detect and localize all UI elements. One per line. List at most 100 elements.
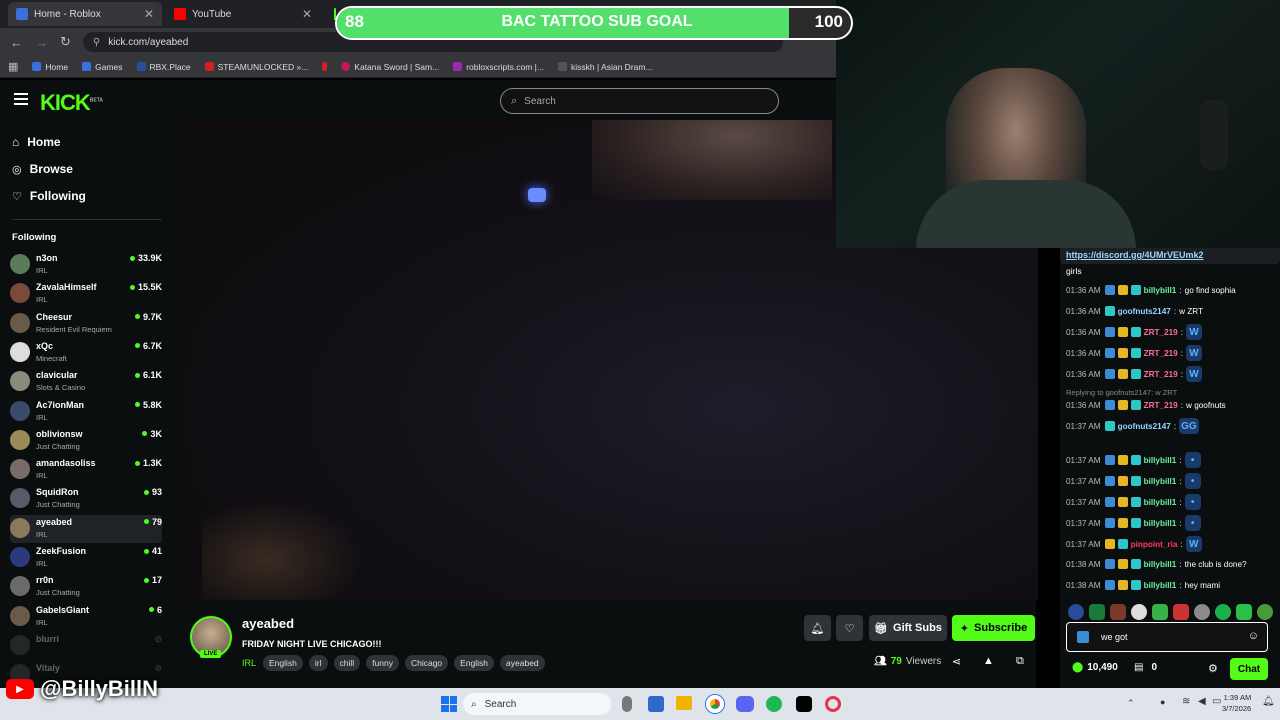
chat-message[interactable]: 01:37 AM billybill1: •: [1066, 472, 1278, 490]
bookmark-item[interactable]: STEAMUNLOCKED »...: [204, 62, 308, 72]
stream-category[interactable]: IRL: [242, 658, 256, 668]
opera-icon[interactable]: [825, 696, 841, 712]
chat-username[interactable]: ZRT_219: [1144, 401, 1178, 410]
following-item[interactable]: blurri ⊘: [10, 632, 162, 660]
tag-chip[interactable]: chill: [333, 655, 361, 671]
nav-following[interactable]: ♡ Following: [12, 189, 86, 203]
subscribe-button[interactable]: ✦ Subscribe: [952, 615, 1035, 641]
nav-browse[interactable]: ◎ Browse: [12, 162, 73, 176]
taskbar-app-icon[interactable]: [648, 696, 664, 712]
chat-message[interactable]: 01:37 AM billybill1: •: [1066, 514, 1278, 532]
chat-username[interactable]: billybill1: [1144, 456, 1177, 465]
chat-input[interactable]: we got ☺: [1066, 622, 1268, 652]
gift-subs-button[interactable]: 🎁︎ Gift Subs: [869, 615, 947, 641]
file-explorer-icon[interactable]: [676, 696, 692, 710]
chrome-icon[interactable]: [706, 695, 724, 713]
streamer-name[interactable]: ayeabed: [242, 616, 294, 631]
chat-username[interactable]: billybill1: [1144, 286, 1177, 295]
chat-message[interactable]: 01:38 AM billybill1: hey mami: [1066, 576, 1278, 594]
chat-username[interactable]: billybill1: [1144, 560, 1177, 569]
taskbar-app-icon[interactable]: [622, 696, 632, 712]
gift-counter[interactable]: ▤ 0: [1134, 662, 1157, 673]
following-item[interactable]: Cheesur Resident Evil Requiem 9.7K: [10, 310, 162, 338]
emote-icon[interactable]: [1152, 604, 1168, 620]
site-info-icon[interactable]: ⚲: [93, 37, 100, 48]
chevron-up-icon[interactable]: ⌃: [1127, 698, 1135, 709]
emote-icon[interactable]: [1236, 604, 1252, 620]
tab-roblox[interactable]: Home - Roblox ✕: [8, 2, 162, 26]
volume-icon[interactable]: ◀: [1198, 696, 1206, 707]
settings-gear-icon[interactable]: ⚙: [1208, 662, 1218, 675]
tag-chip[interactable]: funny: [366, 655, 399, 671]
taskbar-clock[interactable]: 1:39 AM 3/7/2026: [1222, 692, 1251, 714]
pinned-link[interactable]: https://discord.gg/4UMrVEUmk2: [1066, 250, 1204, 260]
chat-message[interactable]: 01:37 AM billybill1: •: [1066, 451, 1278, 469]
bookmark-item[interactable]: Games: [82, 62, 123, 72]
chat-username[interactable]: billybill1: [1144, 477, 1177, 486]
following-item[interactable]: ayeabed IRL 79: [10, 514, 162, 543]
chat-message[interactable]: 01:36 AM ZRT_219: W: [1066, 365, 1278, 383]
following-item[interactable]: ZeekFusion IRL 41: [10, 544, 162, 572]
chat-message[interactable]: 01:36 AM ZRT_219: W: [1066, 323, 1278, 341]
chat-username[interactable]: ZRT_219: [1144, 328, 1178, 337]
bookmark-item[interactable]: RBX.Place: [136, 62, 191, 72]
follow-heart-icon[interactable]: ♡: [836, 615, 863, 641]
tag-chip[interactable]: English: [454, 655, 495, 671]
following-item[interactable]: xQc Minecraft 6.7K: [10, 339, 162, 367]
emote-icon[interactable]: [1089, 604, 1105, 620]
kick-logo[interactable]: KICKBETA: [40, 90, 103, 116]
taskbar-search[interactable]: ⌕ Search: [463, 693, 611, 715]
chat-username[interactable]: billybill1: [1144, 498, 1177, 507]
spotify-icon[interactable]: [766, 696, 782, 712]
report-icon[interactable]: ▲: [983, 655, 994, 667]
clip-icon[interactable]: ⧉: [1016, 655, 1024, 668]
following-item[interactable]: Ac7ionMan IRL 5.8K: [10, 398, 162, 426]
taskbar-app-icon[interactable]: [796, 696, 812, 712]
pinned-message[interactable]: https://discord.gg/4UMrVEUmk2: [1060, 248, 1280, 264]
send-chat-button[interactable]: Chat: [1230, 658, 1268, 680]
close-tab-icon[interactable]: ✕: [302, 7, 312, 21]
emote-icon[interactable]: [1215, 604, 1231, 620]
notification-bell-icon[interactable]: 🔔︎: [1262, 696, 1275, 707]
chat-message[interactable]: 01:36 AM goofnuts2147: w ZRT: [1066, 302, 1278, 320]
battery-icon[interactable]: ▭: [1212, 696, 1221, 707]
chat-username[interactable]: pinpoint_ria: [1131, 540, 1178, 549]
bookmark-item[interactable]: Home: [32, 62, 68, 72]
windows-start-icon[interactable]: [441, 696, 457, 712]
emote-icon[interactable]: [1173, 604, 1189, 620]
chat-username[interactable]: ZRT_219: [1144, 349, 1178, 358]
chat-username[interactable]: goofnuts2147: [1118, 307, 1171, 316]
following-item[interactable]: amandasoliss IRL 1.3K: [10, 456, 162, 484]
bell-icon[interactable]: 🔔︎: [804, 615, 831, 641]
chat-username[interactable]: ZRT_219: [1144, 370, 1178, 379]
bookmark-item[interactable]: kisskh | Asian Dram...: [557, 62, 653, 72]
chat-username[interactable]: billybill1: [1144, 581, 1177, 590]
search-input[interactable]: ⌕ Search: [500, 88, 779, 114]
mic-icon[interactable]: ●: [1160, 697, 1165, 707]
wifi-icon[interactable]: ≋: [1182, 696, 1190, 707]
following-item[interactable]: rr0n Just Chatting 17: [10, 573, 162, 601]
channel-points[interactable]: ⬤ 10,490: [1072, 662, 1118, 673]
emote-icon[interactable]: [1194, 604, 1210, 620]
following-item[interactable]: oblivionsw Just Chatting 3K: [10, 427, 162, 455]
emote-icon[interactable]: [1110, 604, 1126, 620]
emote-icon[interactable]: [1131, 604, 1147, 620]
discord-icon[interactable]: [736, 696, 754, 712]
tab-youtube[interactable]: YouTube ✕: [166, 2, 320, 26]
share-icon[interactable]: ⋖: [952, 655, 961, 668]
hamburger-menu-icon[interactable]: [14, 93, 28, 105]
close-tab-icon[interactable]: ✕: [144, 7, 154, 21]
tag-chip[interactable]: English: [263, 655, 303, 671]
back-arrow-icon[interactable]: ←: [10, 35, 23, 50]
reload-icon[interactable]: ↻: [60, 34, 71, 50]
chat-message[interactable]: 01:37 AM billybill1: •: [1066, 493, 1278, 511]
following-item[interactable]: n3on IRL 33.9K: [10, 251, 162, 279]
tag-chip[interactable]: irl: [308, 655, 328, 671]
chat-username[interactable]: goofnuts2147: [1118, 422, 1171, 431]
chat-message[interactable]: 01:37 AM pinpoint_ria: W: [1066, 535, 1278, 553]
bookmark-item[interactable]: Katana Sword | Sam...: [341, 62, 439, 72]
following-item[interactable]: clavicular Slots & Casino 6.1K: [10, 368, 162, 396]
chat-message[interactable]: 01:37 AM goofnuts2147: GG: [1066, 417, 1278, 435]
apps-grid-icon[interactable]: ▦: [8, 60, 18, 73]
chat-message[interactable]: 01:36 AM ZRT_219: W: [1066, 344, 1278, 362]
